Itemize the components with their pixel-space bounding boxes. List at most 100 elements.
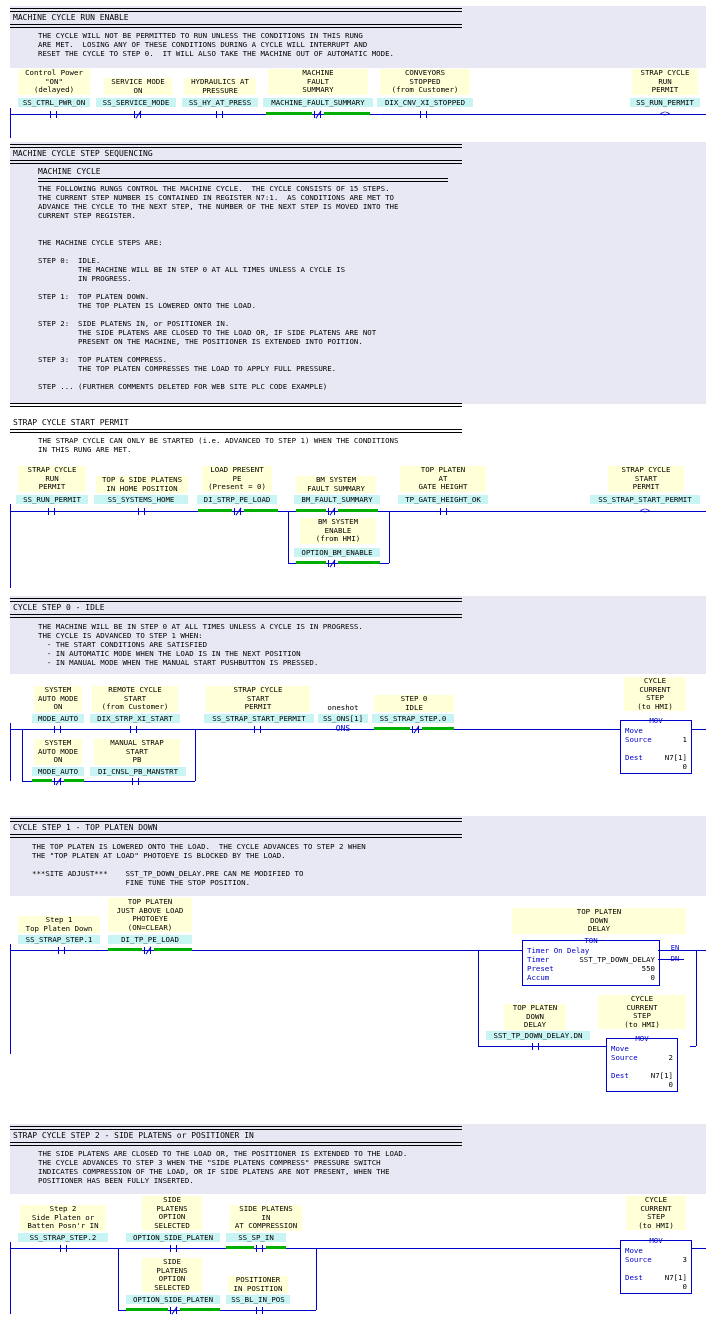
contact-tag[interactable]: SST_TP_DOWN_DELAY.DN — [486, 1031, 590, 1040]
xic-contact[interactable] — [128, 726, 140, 733]
contact-tag[interactable]: SS_STRAP_STEP.0 — [372, 714, 454, 723]
contact-tag[interactable]: SS_CTRL_PWR_ON — [18, 98, 90, 107]
contact-tag[interactable]: SS_HY_AT_PRESS — [182, 98, 258, 107]
xio-contact[interactable] — [312, 110, 324, 119]
xic-contact[interactable] — [438, 508, 450, 515]
mov-instruction[interactable]: MOV Move Source 3 Dest N7[1] 0 — [620, 1236, 692, 1294]
contact-label: STEP 0 IDLE — [374, 694, 454, 713]
contact-label: SIDE PLATENS IN AT COMPRESSION — [230, 1204, 302, 1231]
coil-label: STRAP CYCLE START PERMIT — [608, 465, 684, 492]
contact-label: SYSTEM AUTO MODE ON — [34, 685, 82, 712]
output-coil[interactable]: <> — [658, 110, 672, 118]
left-power-rail — [10, 504, 11, 588]
output-coil[interactable]: <> — [638, 507, 652, 515]
contact-tag[interactable]: MODE_AUTO — [32, 714, 84, 723]
xio-contact[interactable] — [326, 507, 338, 516]
instruction-label: CYCLE CURRENT STEP (to HMI) — [598, 994, 686, 1030]
xio-contact[interactable] — [410, 725, 422, 734]
contact-tag[interactable]: SS_RUN_PERMIT — [16, 495, 88, 504]
contact-tag[interactable]: DI_TP_PE_LOAD — [108, 935, 192, 944]
contact-tag[interactable]: OPTION_BM_ENABLE — [294, 548, 380, 557]
xic-contact[interactable] — [48, 111, 60, 118]
contact-label: BM SYSTEM FAULT SUMMARY — [296, 475, 376, 494]
ton-timer-instruction[interactable]: TON Timer On Delay Timer SST_TP_DOWN_DELA… — [522, 936, 660, 986]
xio-contact[interactable] — [142, 946, 154, 955]
xic-contact[interactable] — [252, 726, 264, 733]
contact-tag[interactable]: MACHINE_FAULT_SUMMARY — [263, 98, 373, 107]
contact-tag[interactable]: MODE_AUTO — [32, 767, 84, 776]
contact-tag[interactable]: OPTION_SIDE_PLATEN — [126, 1233, 220, 1242]
energized-indicator — [266, 112, 312, 115]
contact-tag[interactable]: SS_STRAP_STEP.1 — [18, 935, 100, 944]
rung-wire — [10, 729, 620, 730]
contact-tag[interactable]: BM_FAULT_SUMMARY — [294, 495, 380, 504]
contact-label: TOP PLATEN DOWN DELAY — [504, 1003, 566, 1030]
contact-tag[interactable]: DIX_CNV_XI_STOPPED — [377, 98, 473, 107]
contact-label: STRAP CYCLE RUN PERMIT — [18, 465, 86, 492]
rung-comment: THE MACHINE WILL BE IN STEP 0 AT ALL TIM… — [38, 622, 363, 667]
rung-comment: THE FOLLOWING RUNGS CONTROL THE MACHINE … — [38, 184, 399, 391]
xic-contact[interactable] — [254, 1307, 266, 1314]
contact-tag[interactable]: SS_STRAP_START_PERMIT — [204, 714, 314, 723]
xic-contact[interactable] — [530, 1043, 542, 1050]
xic-contact[interactable] — [58, 1245, 70, 1252]
xic-contact[interactable] — [130, 778, 142, 785]
contact-label: Step 1 Top Platen Down — [18, 915, 100, 934]
rung-comment: THE SIDE PLATENS ARE CLOSED TO THE LOAD … — [38, 1149, 408, 1185]
instruction-label: CYCLE CURRENT STEP (to HMI) — [626, 1195, 686, 1231]
contact-label: SIDE PLATENS OPTION SELECTED — [142, 1195, 202, 1231]
oneshot-tag[interactable]: SS_ONS[1] — [318, 714, 368, 723]
timer-en-output: EN — [670, 944, 680, 952]
coil-tag[interactable]: SS_RUN_PERMIT — [630, 98, 700, 107]
contact-label: HYDRAULICS AT PRESSURE — [184, 77, 256, 96]
contact-label: SERVICE MODE ON — [104, 77, 172, 96]
contact-tag[interactable]: DIX_STRP_XI_START — [90, 714, 180, 723]
xio-contact[interactable] — [168, 1306, 180, 1315]
contact-label: LOAD PRESENT PE (Present = 0) — [202, 465, 272, 492]
xic-contact[interactable] — [168, 1245, 180, 1252]
xic-contact[interactable] — [56, 947, 68, 954]
xic-contact[interactable] — [254, 1245, 266, 1252]
ladder-logic-view: { "colors":{"wire":"#0000cc","label_bg":… — [0, 0, 715, 1327]
contact-label: BM SYSTEM ENABLE (from HMI) — [300, 517, 376, 544]
section-title: STRAP CYCLE START PERMIT — [13, 418, 129, 427]
timer-dn-output: DN — [670, 955, 680, 963]
mov-instruction[interactable]: MOV Move Source 2 Dest N7[1] 0 — [606, 1034, 678, 1092]
contact-tag[interactable]: DI_CNSL_PB_MANSTRT — [90, 767, 186, 776]
contact-tag[interactable]: OPTION_SIDE_PLATEN — [126, 1295, 220, 1304]
contact-label: TOP & SIDE PLATENS IN HOME POSITION — [96, 475, 188, 494]
xic-contact[interactable] — [214, 111, 226, 118]
instruction-label: TOP PLATEN DOWN DELAY — [512, 907, 686, 934]
contact-tag[interactable]: DI_STRP_PE_LOAD — [197, 495, 277, 504]
mov-instruction[interactable]: MOV Move Source 1 Dest N7[1] 0 — [620, 716, 692, 774]
contact-tag[interactable]: SS_SERVICE_MODE — [96, 98, 176, 107]
xio-contact[interactable] — [326, 559, 338, 568]
xio-contact[interactable] — [232, 507, 244, 516]
contact-tag[interactable]: SS_BL_IN_POS — [226, 1295, 290, 1304]
left-power-rail — [10, 723, 11, 781]
xio-contact[interactable] — [132, 110, 144, 119]
xic-contact[interactable] — [418, 111, 430, 118]
xic-contact[interactable] — [136, 508, 148, 515]
xic-contact[interactable] — [46, 508, 58, 515]
rung-comment: THE TOP PLATEN IS LOWERED ONTO THE LOAD.… — [32, 842, 366, 887]
contact-label: SIDE PLATENS OPTION SELECTED — [142, 1257, 202, 1293]
contact-tag[interactable]: SS_STRAP_STEP.2 — [18, 1233, 108, 1242]
contact-label: MANUAL STRAP START PB — [94, 738, 180, 765]
section-title: CYCLE STEP 1 - TOP PLATEN DOWN — [13, 823, 158, 832]
section-title: CYCLE STEP 0 - IDLE — [13, 603, 105, 612]
oneshot-instruction[interactable]: ONS — [330, 725, 356, 733]
contact-tag[interactable]: SS_SYSTEMS_HOME — [94, 495, 188, 504]
contact-tag[interactable]: SS_SP_IN — [226, 1233, 286, 1242]
section-title: MACHINE CYCLE RUN ENABLE — [13, 13, 129, 22]
contact-label: STRAP CYCLE START PERMIT — [206, 685, 310, 712]
xic-contact[interactable] — [52, 726, 64, 733]
contact-label: POSITIONER IN POSITION — [228, 1275, 288, 1294]
contact-label: REMOTE CYCLE START (from Customer) — [92, 685, 178, 712]
energized-indicator — [324, 112, 370, 115]
xio-contact[interactable] — [52, 777, 64, 786]
rung-wire — [10, 1248, 620, 1249]
coil-tag[interactable]: SS_STRAP_START_PERMIT — [590, 495, 700, 504]
contact-label: CONVEYORS STOPPED (from Customer) — [380, 68, 470, 95]
contact-tag[interactable]: TP_GATE_HEIGHT_OK — [398, 495, 488, 504]
